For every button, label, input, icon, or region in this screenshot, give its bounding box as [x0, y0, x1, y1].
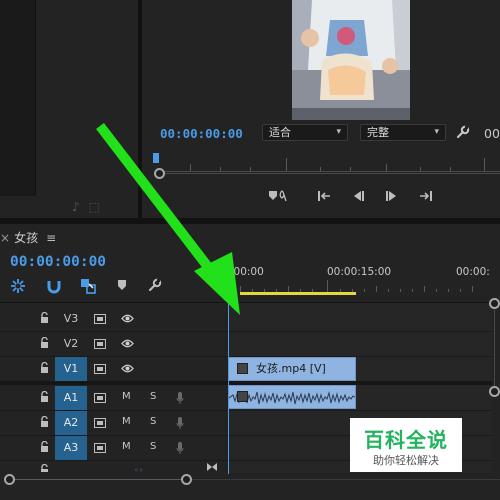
panel-menu-icon[interactable]: ≡	[46, 231, 56, 245]
linked-selection-icon[interactable]	[80, 278, 96, 294]
go-to-in-button[interactable]	[316, 189, 332, 207]
track-name-a3[interactable]: A3	[55, 436, 87, 460]
zoom-fit-icon[interactable]	[206, 462, 218, 475]
playback-resolution-dropdown[interactable]: 完整 ▾	[360, 124, 446, 141]
horizontal-scrollbar[interactable]	[15, 479, 181, 480]
ruler-label-15: 00:00:15:00	[327, 266, 392, 278]
mute-button[interactable]: M	[122, 416, 131, 427]
track-header-a3: A3 M S	[0, 436, 228, 460]
program-zoom-handle[interactable]	[154, 168, 165, 179]
microphone-icon[interactable]	[176, 416, 184, 430]
audio-waveform	[229, 391, 355, 405]
eye-icon[interactable]	[121, 313, 134, 324]
microphone-icon[interactable]	[176, 441, 184, 455]
track-separator	[0, 410, 492, 411]
mute-button[interactable]: M	[122, 391, 131, 402]
vertical-scrollbar[interactable]	[494, 309, 495, 386]
step-back-button[interactable]	[350, 189, 366, 207]
track-name-a1[interactable]: A1	[55, 386, 87, 410]
timeline-settings-wrench-icon[interactable]	[148, 278, 164, 294]
program-timecode[interactable]: 00:00:00:00	[160, 126, 243, 141]
watermark-logo: 百科全说 助你轻松解决	[350, 418, 462, 472]
program-playhead[interactable]	[153, 153, 159, 163]
track-header-v2: V2	[0, 332, 228, 356]
lock-icon[interactable]	[40, 390, 49, 403]
timeline-timecode[interactable]: 00:00:00:00	[10, 254, 106, 270]
watermark-subtitle: 助你轻松解决	[373, 454, 439, 467]
nest-sequence-icon[interactable]	[10, 278, 26, 294]
audio-clip[interactable]	[228, 385, 356, 409]
track-name-v3[interactable]: V3	[55, 307, 87, 331]
vertical-scroll-handle-top[interactable]	[489, 298, 500, 309]
fit-dropdown[interactable]: 适合 ▾	[262, 124, 348, 141]
chevron-down-icon: ▾	[434, 127, 439, 137]
fit-dropdown-value: 适合	[269, 126, 291, 139]
solo-button[interactable]: S	[150, 441, 156, 452]
sync-lock-icon[interactable]	[94, 314, 106, 324]
master-volume-indicator: ◦◦	[134, 466, 144, 475]
sequence-name: 女孩	[14, 231, 39, 245]
track-header-v1: V1	[0, 357, 228, 381]
sync-lock-icon[interactable]	[94, 364, 106, 374]
tab-sequence[interactable]: × 女孩 ≡	[0, 229, 56, 246]
duration-timecode: 00	[484, 126, 500, 141]
watermark-title: 百科全说	[364, 428, 448, 452]
track-name-a2[interactable]: A2	[55, 411, 87, 435]
solo-button[interactable]: S	[150, 391, 156, 402]
add-marker-button[interactable]	[268, 189, 290, 207]
eye-icon[interactable]	[121, 338, 134, 349]
go-to-out-button[interactable]	[418, 189, 434, 207]
horizontal-scroll-handle-left[interactable]	[4, 474, 15, 485]
timeline-playhead[interactable]	[228, 280, 229, 474]
chevron-down-icon: ▾	[336, 127, 341, 137]
eye-icon[interactable]	[121, 363, 134, 374]
lock-icon[interactable]	[40, 361, 49, 374]
fx-badge-icon	[237, 391, 248, 402]
track-header-a1: A1 M S	[0, 386, 228, 410]
program-time-ruler[interactable]	[150, 150, 500, 172]
mute-button[interactable]: M	[122, 441, 131, 452]
horizontal-scroll-handle-right[interactable]	[181, 474, 192, 485]
program-preview-frame	[292, 0, 410, 120]
track-header-a4-lock[interactable]	[40, 463, 49, 475]
solo-button[interactable]: S	[150, 416, 156, 427]
step-forward-button[interactable]	[384, 189, 400, 207]
microphone-icon[interactable]	[176, 391, 184, 405]
sync-lock-icon[interactable]	[94, 339, 106, 349]
horizontal-scroll-track	[192, 479, 500, 480]
vertical-scroll-handle-bottom[interactable]	[489, 386, 500, 397]
ruler-label-30: 00:00:	[456, 266, 490, 278]
snap-magnet-icon[interactable]	[46, 278, 62, 294]
track-name-v2[interactable]: V2	[55, 332, 87, 356]
source-footer-icons[interactable]: ♪⬚	[72, 200, 109, 214]
track-name-v1[interactable]: V1	[55, 357, 87, 381]
lock-icon[interactable]	[40, 311, 49, 324]
sync-lock-icon[interactable]	[94, 393, 106, 403]
lock-icon[interactable]	[40, 336, 49, 349]
quality-dropdown-value: 完整	[367, 126, 389, 139]
work-area-bar[interactable]	[240, 292, 356, 295]
lock-icon[interactable]	[40, 440, 49, 453]
settings-wrench-icon[interactable]	[456, 125, 470, 142]
video-clip-label: 女孩.mp4 [V]	[256, 362, 326, 375]
sync-lock-icon[interactable]	[94, 443, 106, 453]
track-header-v3: V3	[0, 307, 228, 331]
source-panel-gutter	[0, 0, 36, 196]
fx-badge-icon	[237, 363, 248, 374]
program-zoom-scrollbar[interactable]	[165, 173, 500, 174]
ruler-label-0: :00:00	[230, 266, 264, 278]
lock-icon[interactable]	[40, 415, 49, 428]
video-clip[interactable]: 女孩.mp4 [V]	[228, 357, 356, 381]
track-header-a2: A2 M S	[0, 411, 228, 435]
sync-lock-icon[interactable]	[94, 418, 106, 428]
track-separator	[0, 331, 492, 332]
add-marker-icon[interactable]	[116, 278, 132, 294]
close-tab-icon[interactable]: ×	[0, 231, 10, 245]
